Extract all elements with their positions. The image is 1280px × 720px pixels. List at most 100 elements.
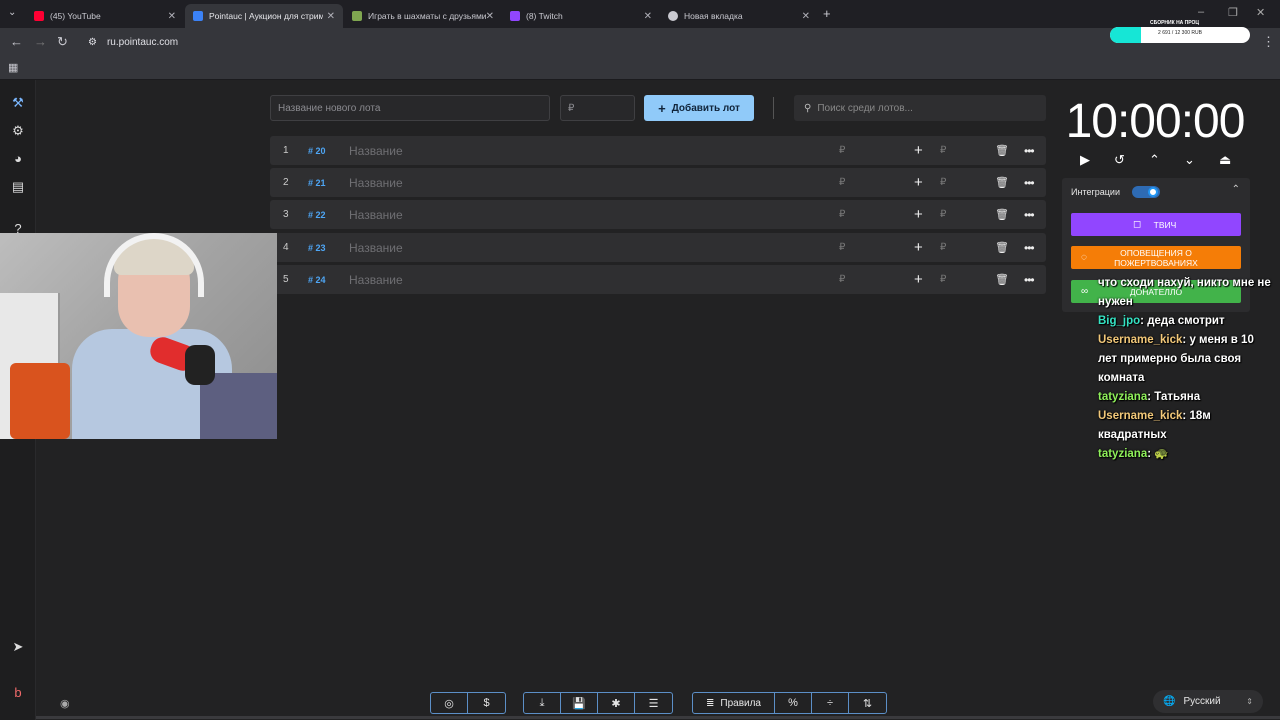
tab-pointauc[interactable]: Pointauc | Аукцион для стрим... ✕	[185, 4, 343, 28]
more-dots-icon[interactable]: •••	[1024, 176, 1035, 190]
address-bar[interactable]: ⚙ ru.pointauc.com	[80, 31, 1090, 53]
lot-extra-input[interactable]: ₽	[940, 145, 946, 156]
lot-name-input[interactable]: Название	[349, 208, 403, 222]
wheel-chart-icon[interactable]: ◕	[9, 150, 27, 168]
reload-icon[interactable]: ↻	[57, 34, 68, 50]
delete-trash-icon[interactable]: 🗑	[995, 208, 1009, 221]
rules-icon: ≣	[706, 697, 715, 709]
rules-button[interactable]: ≣ Правила	[693, 693, 775, 713]
more-dots-icon[interactable]: •••	[1024, 273, 1035, 287]
lot-extra-input[interactable]: ₽	[940, 242, 946, 253]
webcam-background	[200, 373, 277, 439]
auction-gavel-icon[interactable]: ⚒	[9, 94, 27, 112]
tab-search-icon[interactable]: ⌄	[8, 7, 16, 18]
donation-alerts-button[interactable]: ◌ ОПОВЕЩЕНИЯ О ПОЖЕРТВОВАНИЯХ	[1071, 246, 1241, 269]
delete-trash-icon[interactable]: 🗑	[995, 241, 1009, 254]
back-icon[interactable]: ←	[10, 34, 23, 49]
lot-amount-input[interactable]: ₽	[839, 274, 845, 285]
lot-search-input[interactable]: ⚲ Поиск среди лотов...	[794, 95, 1046, 121]
boosty-icon[interactable]: b	[9, 684, 27, 702]
lot-name-input[interactable]: Название	[349, 144, 403, 158]
bug-report-button[interactable]: ✱	[598, 693, 635, 713]
delete-trash-icon[interactable]: 🗑	[995, 144, 1009, 157]
reset-icon[interactable]: ↺	[1114, 152, 1125, 168]
add-amount-icon[interactable]: +	[914, 174, 923, 191]
lot-id: # 21	[308, 177, 326, 188]
lot-amount-input[interactable]: ₽	[839, 145, 845, 156]
site-info-icon[interactable]: ⚙	[88, 37, 97, 48]
apps-grid-icon[interactable]: ▦	[8, 61, 18, 74]
forward-icon[interactable]: →	[34, 34, 47, 49]
settings-gear-icon[interactable]: ⚙	[9, 122, 27, 140]
lot-row: 3 # 22 Название ₽ + ₽ 🗑 •••	[270, 200, 1046, 229]
lot-extra-input[interactable]: ₽	[940, 274, 946, 285]
more-dots-icon[interactable]: •••	[1024, 241, 1035, 255]
browser-menu-icon[interactable]: ⋮	[1262, 34, 1275, 50]
download-button[interactable]: ⤓	[524, 693, 561, 713]
chevron-up-icon[interactable]: ⌃	[1149, 152, 1160, 168]
tab-new[interactable]: Новая вкладка ✕	[660, 4, 818, 28]
lot-amount-input[interactable]: ₽	[839, 209, 845, 220]
twitch-integration-button[interactable]: ◻ ТВИЧ	[1071, 213, 1241, 236]
language-select[interactable]: 🌐 Русский ⇕	[1153, 690, 1263, 713]
integrations-toggle[interactable]	[1132, 186, 1160, 198]
chevron-down-icon[interactable]: ⌄	[1184, 152, 1195, 168]
close-icon[interactable]: ✕	[486, 11, 494, 22]
minimize-button[interactable]: –	[1198, 6, 1204, 18]
github-icon: ◎	[444, 697, 454, 710]
clear-list-button[interactable]: ☰	[635, 693, 672, 713]
lot-number: 2	[283, 177, 289, 188]
add-amount-icon[interactable]: +	[914, 239, 923, 256]
tab-twitch[interactable]: (8) Twitch ✕	[502, 4, 660, 28]
add-amount-icon[interactable]: +	[914, 271, 923, 288]
bug-icon: ✱	[611, 697, 621, 710]
save-button[interactable]: 💾	[561, 693, 598, 713]
maximize-button[interactable]: ❐	[1228, 6, 1238, 19]
add-lot-button[interactable]: + Добавить лот	[644, 95, 754, 121]
window-close-button[interactable]: ✕	[1256, 6, 1265, 19]
more-dots-icon[interactable]: •••	[1024, 144, 1035, 158]
delete-trash-icon[interactable]: 🗑	[995, 176, 1009, 189]
close-icon[interactable]: ✕	[644, 11, 652, 22]
play-icon[interactable]: ▶	[1080, 152, 1090, 168]
chat-text: Татьяна	[1154, 391, 1201, 403]
lot-name-input[interactable]: Название	[349, 273, 403, 287]
close-icon[interactable]: ✕	[802, 11, 810, 22]
donate-button[interactable]: $	[468, 693, 505, 713]
sort-button[interactable]: ⇅	[849, 693, 886, 713]
lot-name-input[interactable]: Название	[349, 241, 403, 255]
delete-trash-icon[interactable]: 🗑	[995, 273, 1009, 286]
double-up-icon[interactable]: ⏏	[1219, 152, 1231, 168]
tab-chess[interactable]: Играть в шахматы с друзьями... ✕	[344, 4, 502, 28]
new-tab-button[interactable]: +	[823, 6, 831, 21]
chevron-up-icon[interactable]: ⌃	[1232, 184, 1240, 195]
chat-username: Big_jpo	[1098, 315, 1141, 327]
add-amount-icon[interactable]: +	[914, 206, 923, 223]
lot-amount-input[interactable]: ₽	[839, 177, 845, 188]
lot-extra-input[interactable]: ₽	[940, 177, 946, 188]
percent-button[interactable]: %	[775, 693, 812, 713]
horizontal-scrollbar[interactable]	[36, 716, 1280, 719]
donation-alerts-label: ОПОВЕЩЕНИЯ О ПОЖЕРТВОВАНИЯХ	[1114, 247, 1198, 268]
tab-youtube[interactable]: (45) YouTube ✕	[26, 4, 184, 28]
more-dots-icon[interactable]: •••	[1024, 208, 1035, 222]
eye-icon[interactable]: ◉	[60, 697, 70, 710]
chat-text: 🐢	[1154, 448, 1169, 460]
github-button[interactable]: ◎	[431, 693, 468, 713]
new-lot-amount-input[interactable]: ₽	[560, 95, 635, 121]
clipboard-icon[interactable]: ▤	[9, 178, 27, 196]
close-icon[interactable]: ✕	[168, 11, 176, 22]
webcam-mic-arm	[185, 345, 215, 385]
donation-alerts-icon: ◌	[1081, 251, 1087, 263]
stream-chat-overlay: что сходи нахуй, никто мне не нужен Big_…	[1098, 274, 1276, 464]
donation-progress-text: 2 691 / 12 300 RUB	[1158, 30, 1202, 36]
new-lot-name-input[interactable]: Название нового лота	[270, 95, 550, 121]
close-icon[interactable]: ✕	[327, 11, 335, 22]
telegram-icon[interactable]: ➤	[9, 638, 27, 656]
add-amount-icon[interactable]: +	[914, 142, 923, 159]
lot-amount-input[interactable]: ₽	[839, 242, 845, 253]
lot-row: 2 # 21 Название ₽ + ₽ 🗑 •••	[270, 168, 1046, 197]
lot-name-input[interactable]: Название	[349, 176, 403, 190]
lot-extra-input[interactable]: ₽	[940, 209, 946, 220]
split-button[interactable]: ÷	[812, 693, 849, 713]
